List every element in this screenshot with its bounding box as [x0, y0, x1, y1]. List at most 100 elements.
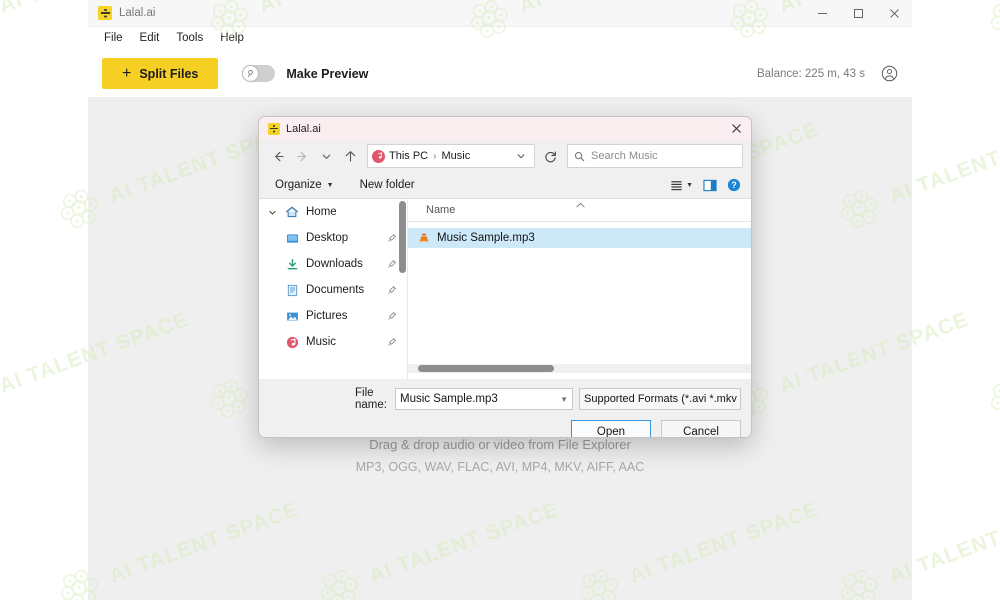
sidebar-label: Pictures: [306, 310, 348, 322]
pin-icon[interactable]: [387, 285, 397, 295]
sidebar-label: Music: [306, 336, 337, 348]
new-folder-label: New folder: [359, 179, 415, 191]
pin-icon[interactable]: [387, 337, 397, 347]
preview-pane-icon[interactable]: [703, 179, 717, 192]
dialog-titlebar: Lalal.ai: [259, 117, 751, 140]
menu-edit[interactable]: Edit: [132, 29, 168, 47]
open-button[interactable]: Open: [571, 420, 651, 437]
arrow-right-icon[interactable]: [291, 145, 313, 167]
dialog-buttons: Open Cancel: [269, 420, 741, 437]
account-circle-icon[interactable]: [881, 65, 898, 82]
menubar: File Edit Tools Help: [88, 27, 912, 49]
documents-icon: [285, 283, 299, 297]
downloads-icon: [285, 257, 299, 271]
minimize-icon[interactable]: [804, 0, 840, 26]
file-list-item[interactable]: Music Sample.mp3: [408, 228, 751, 248]
breadcrumb-chevron-down-icon[interactable]: [512, 151, 530, 161]
search-input[interactable]: Search Music: [567, 144, 743, 168]
sidebar-item-home[interactable]: Home: [259, 199, 407, 225]
new-folder-button[interactable]: New folder: [354, 177, 421, 193]
file-name-row: File name: Music Sample.mp3 ▼ Supported …: [269, 387, 741, 411]
arrow-up-icon[interactable]: [339, 145, 361, 167]
balance-label: Balance: 225 m, 43 s: [756, 67, 865, 80]
ear-icon: [248, 70, 254, 78]
dropzone-line1: Drag & drop audio or video from File Exp…: [369, 437, 631, 452]
dialog-close-icon[interactable]: [721, 117, 751, 140]
pin-icon[interactable]: [387, 259, 397, 269]
chevron-down-icon[interactable]: [267, 208, 278, 217]
make-preview-control[interactable]: Make Preview: [242, 65, 368, 82]
menu-tools[interactable]: Tools: [168, 29, 211, 47]
music-folder-icon: [372, 149, 385, 163]
home-icon: [285, 205, 299, 219]
file-list-hscrollbar[interactable]: [408, 364, 751, 373]
recent-locations-chevron-down-icon[interactable]: [315, 145, 337, 167]
split-files-label: Split Files: [139, 66, 199, 81]
file-name-input[interactable]: Music Sample.mp3 ▼: [395, 388, 573, 410]
watermark-brain-logo-icon: [990, 383, 1000, 410]
dialog-sidebar: Home Desktop Downloads Documents Picture…: [259, 199, 408, 379]
file-list-header: Name: [408, 199, 751, 222]
chevron-down-icon[interactable]: ▼: [737, 395, 741, 404]
make-preview-label: Make Preview: [286, 66, 369, 81]
file-name-label: Music Sample.mp3: [437, 232, 535, 244]
plus-icon: +: [122, 64, 132, 82]
organize-label: Organize: [275, 179, 322, 191]
make-preview-toggle[interactable]: [242, 65, 276, 82]
close-icon[interactable]: [876, 0, 912, 26]
column-header-name[interactable]: Name: [408, 204, 455, 216]
desktop-icon: [285, 231, 299, 245]
dialog-app-icon: [268, 122, 280, 135]
organize-button[interactable]: Organize ▼: [269, 177, 340, 193]
chevron-down-icon[interactable]: ▼: [560, 395, 568, 404]
maximize-icon[interactable]: [840, 0, 876, 26]
arrow-left-icon[interactable]: [267, 145, 289, 167]
sidebar-item-music[interactable]: Music: [259, 329, 407, 355]
split-files-button[interactable]: + Split Files: [102, 58, 219, 89]
sort-ascending-icon: [575, 201, 586, 211]
pin-icon[interactable]: [387, 233, 397, 243]
lalal-logo-icon: [98, 6, 112, 20]
menu-file[interactable]: File: [96, 29, 131, 47]
file-list-pane: Name Music Sample.mp3: [408, 199, 751, 379]
dropzone-hint: Drag & drop audio or video from File Exp…: [88, 437, 912, 474]
balance-area: Balance: 225 m, 43 s: [757, 65, 898, 82]
file-name-value: Music Sample.mp3: [400, 393, 498, 405]
view-chevron-down-icon: ▼: [686, 181, 693, 189]
app-title: Lalal.ai: [119, 7, 156, 19]
app-toolbar: + Split Files Make Preview Balance: 225 …: [88, 49, 912, 99]
view-list-icon[interactable]: ▼: [670, 179, 693, 192]
dialog-navbar: This PC › Music Search Music: [259, 140, 751, 172]
search-placeholder: Search Music: [591, 150, 658, 162]
dialog-body: Home Desktop Downloads Documents Picture…: [259, 198, 751, 379]
sidebar-item-downloads[interactable]: Downloads: [259, 251, 407, 277]
sidebar-scrollbar[interactable]: [399, 201, 406, 273]
breadcrumb-this-pc[interactable]: This PC: [389, 150, 428, 162]
watermark: AI TALENT SPACE: [980, 298, 1000, 429]
sidebar-label: Desktop: [306, 232, 349, 244]
window-controls: [804, 0, 912, 26]
file-open-dialog: Lalal.ai This PC › Music Search Music Or…: [258, 116, 752, 438]
file-list-hscrollbar-thumb[interactable]: [418, 365, 554, 372]
menu-help[interactable]: Help: [212, 29, 252, 47]
help-circle-icon[interactable]: ?: [727, 178, 741, 192]
pin-icon[interactable]: [387, 311, 397, 321]
toggle-knob: [243, 66, 259, 81]
app-titlebar: Lalal.ai: [88, 0, 912, 27]
chevron-down-icon: ▼: [326, 181, 334, 189]
breadcrumb[interactable]: This PC › Music: [367, 144, 535, 168]
cancel-button[interactable]: Cancel: [661, 420, 741, 437]
search-icon: [574, 151, 585, 162]
svg-text:?: ?: [731, 180, 736, 190]
music-icon: [285, 335, 299, 349]
sidebar-item-pictures[interactable]: Pictures: [259, 303, 407, 329]
breadcrumb-music[interactable]: Music: [441, 150, 470, 162]
sidebar-item-desktop[interactable]: Desktop: [259, 225, 407, 251]
vlc-media-icon: [418, 232, 430, 244]
sidebar-item-documents[interactable]: Documents: [259, 277, 407, 303]
watermark-brain-logo-icon: [990, 3, 1000, 30]
format-filter-select[interactable]: Supported Formats (*.avi *.mkv ▼: [579, 388, 741, 410]
refresh-icon[interactable]: [539, 145, 561, 167]
sidebar-label: Documents: [306, 284, 365, 296]
dropzone-line2: MP3, OGG, WAV, FLAC, AVI, MP4, MKV, AIFF…: [355, 460, 645, 474]
